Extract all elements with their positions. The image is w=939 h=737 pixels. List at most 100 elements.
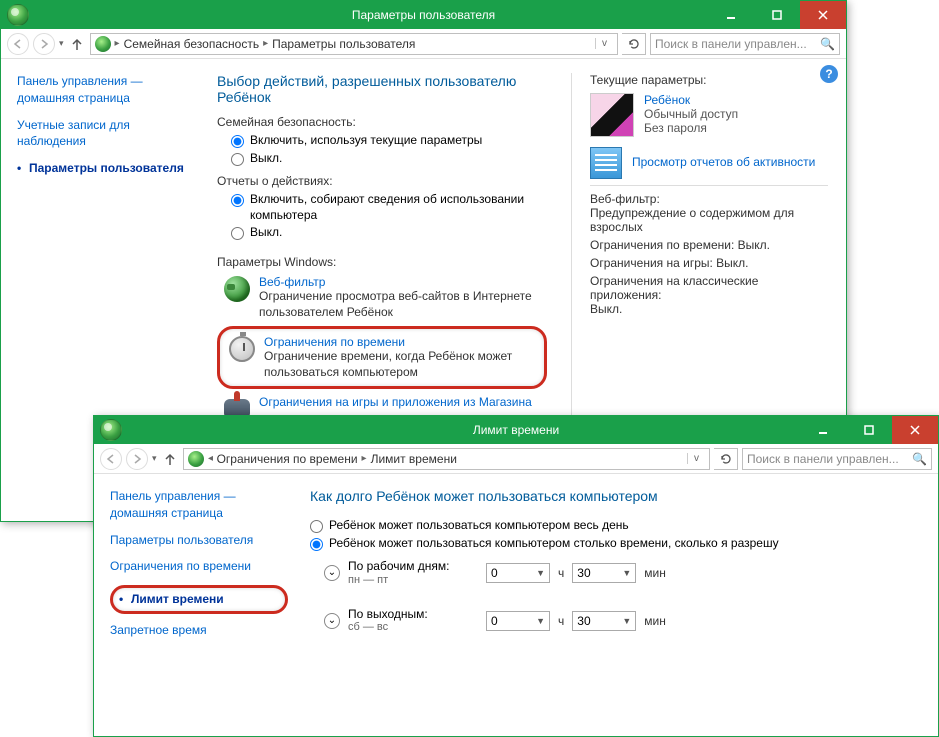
sidebar-home-link[interactable]: Панель управления — домашняя страница (110, 488, 288, 522)
window-time-limit: Лимит времени ▾ ▸ Ограничения по времени… (93, 415, 939, 737)
breadcrumb-dropdown-icon[interactable]: v (595, 38, 613, 49)
window-controls (800, 416, 938, 444)
radio-act-on[interactable]: Включить, собирают сведения об использов… (231, 192, 547, 223)
breadcrumb-dropdown-icon[interactable]: v (687, 453, 705, 464)
time-limit-highlight: Лимит времени (110, 585, 288, 614)
stopwatch-icon (229, 336, 255, 362)
user-type: Обычный доступ (644, 107, 738, 121)
back-button[interactable] (100, 448, 122, 470)
time-limits-title[interactable]: Ограничения по времени (264, 335, 536, 349)
radio-input[interactable] (231, 135, 244, 148)
avatar[interactable] (590, 93, 634, 137)
web-filter-title[interactable]: Веб-фильтр (259, 275, 547, 289)
breadcrumb-time-limits[interactable]: Ограничения по времени (217, 452, 358, 466)
weekend-mins-dropdown[interactable]: 30▼ (572, 611, 636, 631)
user-name-link[interactable]: Ребёнок (644, 93, 738, 107)
search-icon[interactable]: 🔍 (912, 452, 927, 466)
chevron-left-icon[interactable]: ▸ (208, 453, 213, 464)
web-filter-item[interactable]: Веб-фильтр Ограничение просмотра веб-сай… (223, 275, 547, 320)
chevron-right-icon[interactable]: ▸ (115, 38, 120, 49)
breadcrumb[interactable]: ▸ Ограничения по времени ▸ Лимит времени… (183, 448, 710, 470)
user-password: Без пароля (644, 121, 738, 135)
globe-icon (224, 276, 250, 302)
chevron-right-icon[interactable]: ▸ (263, 38, 268, 49)
up-button[interactable] (161, 450, 179, 468)
breadcrumb-family-safety[interactable]: Семейная безопасность (124, 37, 260, 51)
hours-unit: ч (558, 614, 564, 628)
radio-input[interactable] (310, 538, 323, 551)
chevron-down-icon: ▼ (622, 616, 631, 626)
radio-input[interactable] (310, 520, 323, 533)
search-input[interactable]: Поиск в панели управлен... 🔍 (742, 448, 932, 470)
sidebar-time-limit-link[interactable]: Лимит времени (119, 591, 279, 608)
refresh-button[interactable] (622, 33, 646, 55)
maximize-button[interactable] (754, 1, 800, 29)
radio-all-day[interactable]: Ребёнок может пользоваться компьютером в… (310, 518, 920, 534)
breadcrumb-user-settings[interactable]: Параметры пользователя (272, 37, 415, 51)
radio-fs-on[interactable]: Включить, используя текущие параметры (231, 133, 547, 149)
activity-reports-block[interactable]: Просмотр отчетов об активности (590, 147, 828, 179)
breadcrumb-icon (188, 451, 204, 467)
family-safety-label: Семейная безопасность: (217, 115, 547, 129)
mins-unit: мин (644, 566, 666, 580)
sidebar-accounts-link[interactable]: Учетные записи для наблюдения (17, 117, 195, 151)
help-icon[interactable]: ? (820, 65, 838, 83)
radio-input[interactable] (231, 153, 244, 166)
address-bar: ▾ ▸ Семейная безопасность ▸ Параметры по… (1, 29, 846, 59)
mins-unit: мин (644, 614, 666, 628)
close-button[interactable] (892, 416, 938, 444)
weekday-mins-dropdown[interactable]: 30▼ (572, 563, 636, 583)
page-heading: Как долго Ребёнок может пользоваться ком… (310, 488, 920, 504)
family-safety-icon (100, 419, 122, 441)
refresh-button[interactable] (714, 448, 738, 470)
close-button[interactable] (800, 1, 846, 29)
time-limits-item[interactable]: Ограничения по времени Ограничение време… (228, 335, 536, 380)
back-button[interactable] (7, 33, 29, 55)
weekday-label: По рабочим дням: (348, 559, 478, 573)
sidebar-user-settings-link[interactable]: Параметры пользователя (17, 160, 195, 177)
search-placeholder: Поиск в панели управлен... (747, 452, 899, 466)
games-apps-title[interactable]: Ограничения на игры и приложения из Мага… (259, 395, 532, 409)
chevron-down-icon: ▼ (536, 616, 545, 626)
time-limits-desc: Ограничение времени, когда Ребёнок может… (264, 349, 536, 380)
radio-limited[interactable]: Ребёнок может пользоваться компьютером с… (310, 536, 920, 552)
chevron-right-icon[interactable]: ▸ (362, 453, 367, 464)
forward-button[interactable] (33, 33, 55, 55)
breadcrumb-time-limit[interactable]: Лимит времени (371, 452, 457, 466)
weekday-hours-dropdown[interactable]: 0▼ (486, 563, 550, 583)
minimize-button[interactable] (708, 1, 754, 29)
page-heading: Выбор действий, разрешенных пользователю… (217, 73, 547, 105)
titlebar[interactable]: Параметры пользователя (1, 1, 846, 29)
radio-act-off[interactable]: Выкл. (231, 225, 547, 241)
forward-button[interactable] (126, 448, 148, 470)
sidebar-user-settings-link[interactable]: Параметры пользователя (110, 532, 288, 549)
web-filter-desc: Ограничение просмотра веб-сайтов в Интер… (259, 289, 547, 320)
minimize-button[interactable] (800, 416, 846, 444)
current-params-label: Текущие параметры: (590, 73, 828, 87)
sidebar-time-limits-link[interactable]: Ограничения по времени (110, 558, 288, 575)
address-bar: ▾ ▸ Ограничения по времени ▸ Лимит време… (94, 444, 938, 474)
expand-icon[interactable]: ⌄ (324, 565, 340, 581)
maximize-button[interactable] (846, 416, 892, 444)
window-title: Параметры пользователя (352, 8, 495, 22)
history-dropdown-icon[interactable]: ▾ (59, 38, 64, 49)
search-input[interactable]: Поиск в панели управлен... 🔍 (650, 33, 840, 55)
breadcrumb[interactable]: ▸ Семейная безопасность ▸ Параметры поль… (90, 33, 618, 55)
radio-fs-off[interactable]: Выкл. (231, 151, 547, 167)
expand-icon[interactable]: ⌄ (324, 613, 340, 629)
sidebar-home-link[interactable]: Панель управления — домашняя страница (17, 73, 195, 107)
radio-input[interactable] (231, 227, 244, 240)
weekend-label: По выходным: (348, 607, 478, 621)
activity-reports-link[interactable]: Просмотр отчетов об активности (632, 155, 815, 171)
search-icon[interactable]: 🔍 (820, 37, 835, 51)
weekend-hours-dropdown[interactable]: 0▼ (486, 611, 550, 631)
titlebar[interactable]: Лимит времени (94, 416, 938, 444)
history-dropdown-icon[interactable]: ▾ (152, 453, 157, 464)
family-safety-icon (7, 4, 29, 26)
sidebar: Панель управления — домашняя страница Па… (94, 474, 304, 736)
time-limits-highlight: Ограничения по времени Ограничение време… (217, 326, 547, 389)
sidebar-forbidden-time-link[interactable]: Запретное время (110, 622, 288, 639)
radio-input[interactable] (231, 194, 244, 207)
up-button[interactable] (68, 35, 86, 53)
status-time-limits: Ограничения по времени: Выкл. (590, 238, 828, 252)
